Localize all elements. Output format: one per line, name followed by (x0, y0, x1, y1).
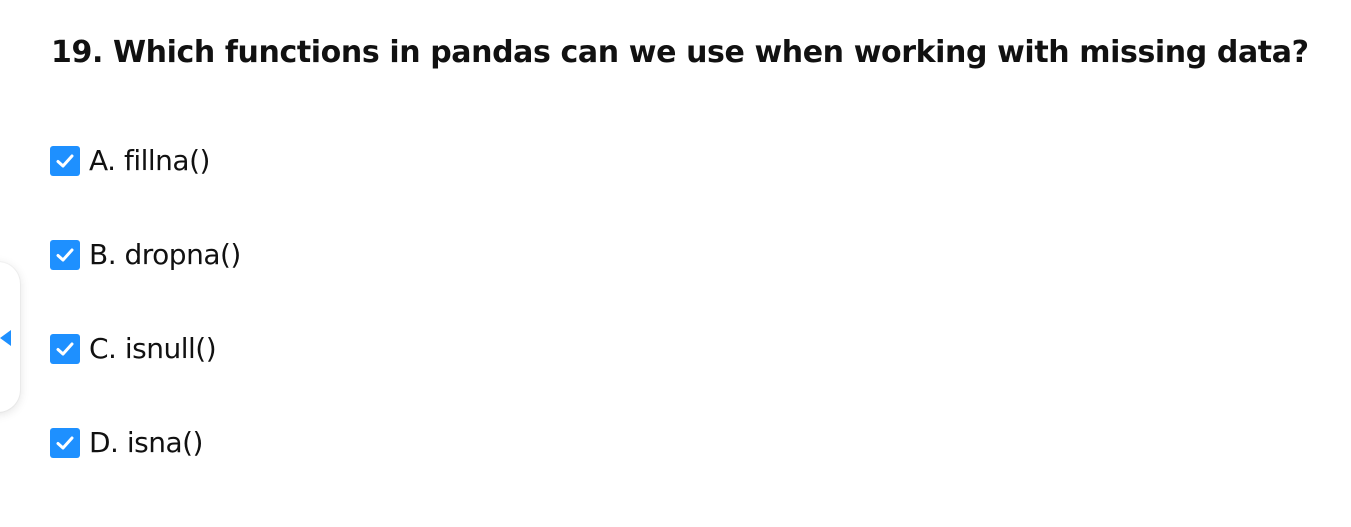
option-a-label: A. fillna() (89, 144, 210, 177)
check-icon (56, 342, 74, 356)
option-a-checkbox[interactable] (50, 146, 80, 176)
check-icon (56, 248, 74, 262)
side-panel-toggle[interactable] (0, 327, 12, 349)
option-d-checkbox[interactable] (50, 428, 80, 458)
options-list: A. fillna() B. dropna() C. isnull() D. i… (50, 138, 241, 514)
option-d[interactable]: D. isna() (50, 420, 241, 466)
option-c-checkbox[interactable] (50, 334, 80, 364)
option-b-checkbox[interactable] (50, 240, 80, 270)
option-b-label: B. dropna() (89, 238, 241, 271)
option-c[interactable]: C. isnull() (50, 326, 241, 372)
option-a[interactable]: A. fillna() (50, 138, 241, 184)
check-icon (56, 154, 74, 168)
option-b[interactable]: B. dropna() (50, 232, 241, 278)
option-c-label: C. isnull() (89, 332, 217, 365)
question-title: 19. Which functions in pandas can we use… (51, 35, 1309, 70)
option-d-label: D. isna() (89, 426, 203, 459)
check-icon (56, 436, 74, 450)
caret-left-icon (0, 330, 11, 346)
